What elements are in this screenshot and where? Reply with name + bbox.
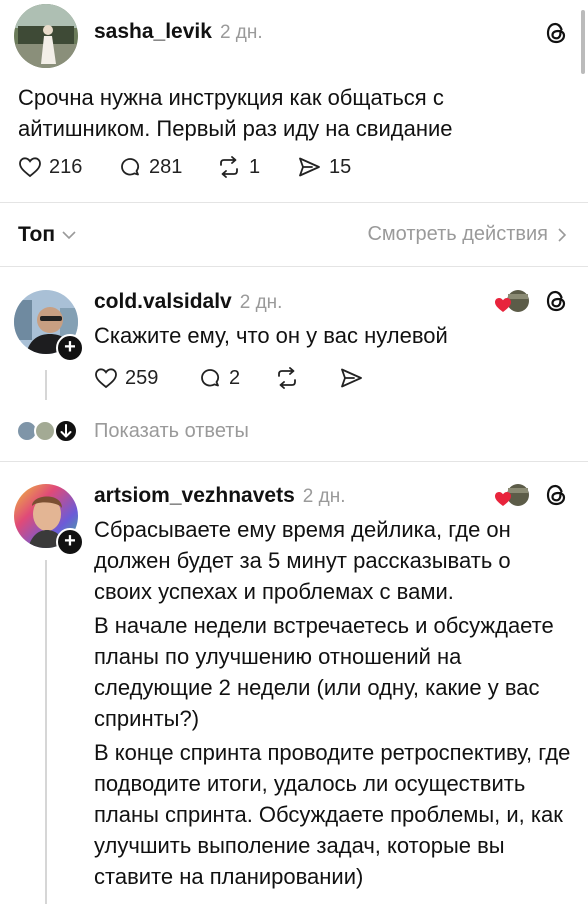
repost-count: 1 — [249, 155, 261, 178]
reply-time: 2 дн. — [239, 292, 283, 313]
follow-plus-icon[interactable]: + — [56, 528, 84, 556]
author-liked-icon — [495, 484, 529, 506]
chevron-down-icon — [62, 231, 76, 240]
view-activity-label: Смотреть действия — [367, 223, 548, 245]
post-time: 2 дн. — [219, 22, 263, 43]
post-author-avatar[interactable] — [14, 4, 78, 68]
comment-count: 281 — [149, 155, 183, 178]
repost-button[interactable]: 1 — [216, 155, 296, 179]
repost-icon — [278, 367, 296, 389]
chevron-right-icon — [558, 227, 567, 242]
comment-icon — [201, 369, 220, 387]
author-liked-icon — [495, 290, 529, 312]
sort-dropdown[interactable]: Топ — [18, 223, 77, 247]
divider — [0, 266, 588, 267]
sort-label: Топ — [18, 223, 56, 246]
threads-logo-icon[interactable] — [544, 20, 568, 51]
heart-icon — [19, 157, 41, 178]
scrollbar[interactable] — [581, 10, 585, 74]
share-button[interactable]: 15 — [296, 155, 376, 179]
reply-text: Скажите ему, что он у вас нулевой — [94, 323, 448, 348]
reply-paragraph: Сбрасываете ему время дейлика, где он до… — [94, 517, 511, 604]
like-count: 259 — [125, 366, 159, 389]
view-activity-link[interactable]: Смотреть действия — [367, 223, 568, 246]
like-count: 216 — [49, 155, 83, 178]
comment-icon — [121, 158, 140, 176]
divider — [0, 461, 588, 462]
show-replies-link[interactable]: Показать ответы — [94, 420, 249, 443]
follow-plus-icon[interactable]: + — [56, 334, 84, 362]
avatar-photo-icon — [14, 4, 78, 68]
share-count: 15 — [329, 155, 352, 178]
threads-logo-icon[interactable] — [544, 288, 568, 319]
like-button[interactable]: 216 — [18, 155, 118, 179]
reply-paragraph: В конце спринта проводите ретроспективу,… — [94, 740, 571, 889]
thread-line — [45, 560, 47, 904]
post-author-username[interactable]: sasha_levik — [94, 20, 212, 44]
comment-button[interactable]: 2 — [198, 366, 274, 390]
share-icon — [341, 368, 362, 388]
divider — [0, 202, 588, 203]
repost-icon — [220, 156, 238, 178]
repost-button[interactable] — [274, 366, 338, 390]
reply-username[interactable]: artsiom_vezhnavets — [94, 484, 295, 508]
reply-time: 2 дн. — [302, 486, 346, 507]
heart-icon — [95, 368, 117, 389]
comment-button[interactable]: 281 — [118, 155, 216, 179]
reply-paragraph: В начале недели встречаетесь и обсуждает… — [94, 613, 554, 731]
liked-by-author-badge — [494, 482, 530, 510]
liked-by-author-badge — [494, 288, 530, 316]
post-text: Срочна нужна инструкция как общаться с а… — [18, 85, 453, 141]
share-icon — [299, 157, 320, 177]
reply-username[interactable]: cold.valsidalv — [94, 290, 232, 314]
like-button[interactable]: 259 — [94, 366, 198, 390]
thread-line — [45, 370, 47, 400]
stacked-avatars-icon — [16, 419, 78, 443]
threads-logo-icon[interactable] — [544, 482, 568, 513]
reply-avatars-stack[interactable] — [16, 418, 80, 444]
share-button[interactable] — [338, 366, 378, 390]
comment-count: 2 — [229, 366, 241, 389]
